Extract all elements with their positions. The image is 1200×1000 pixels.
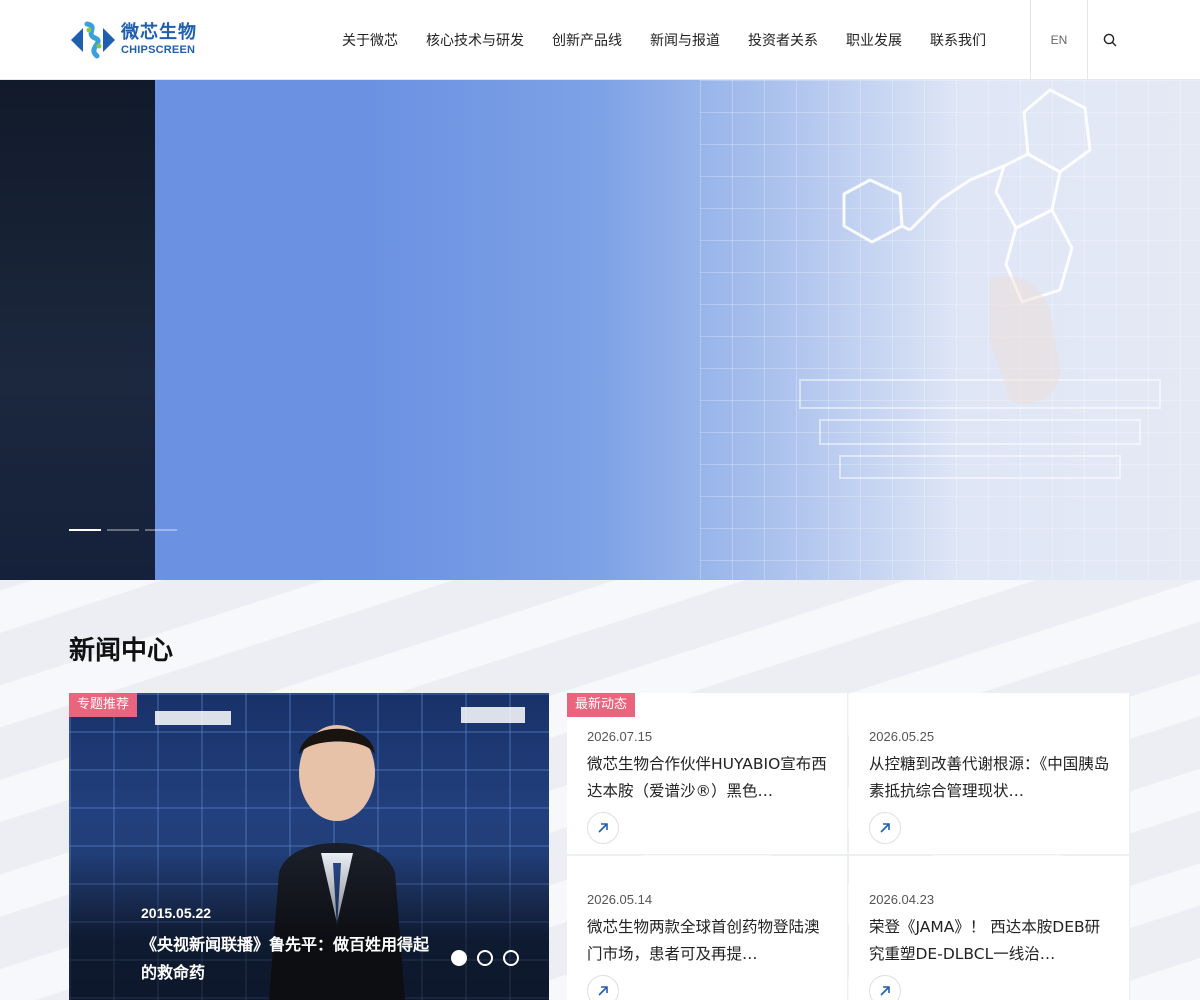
nav-item-about[interactable]: 关于微芯 xyxy=(328,30,412,50)
feature-slide-indicators xyxy=(451,950,529,966)
logo[interactable]: 微芯生物 CHIPSCREEN xyxy=(69,20,209,60)
feature-date: 2015.05.22 xyxy=(141,905,212,921)
feature-tag: 专题推荐 xyxy=(69,693,138,717)
news-card-date: 2026.05.14 xyxy=(587,892,653,907)
news-card[interactable]: 2026.07.15 微芯生物合作伙伴HUYABIO宣布西达本胺（爱谱沙®）黑色… xyxy=(567,693,848,855)
nav-item-pipeline[interactable]: 创新产品线 xyxy=(538,30,636,50)
latest-news-grid: 最新动态 2026.07.15 微芯生物合作伙伴HUYABIO宣布西达本胺（爱谱… xyxy=(567,693,1131,1000)
nav-item-investors[interactable]: 投资者关系 xyxy=(734,30,832,50)
hero-dot-1[interactable] xyxy=(69,529,101,531)
feature-headline[interactable]: 《央视新闻联播》鲁先平：做百姓用得起的救命药 xyxy=(141,931,441,987)
hero-previous-slide-edge xyxy=(0,80,155,580)
arrow-up-right-icon xyxy=(598,823,608,833)
hero-banner xyxy=(0,80,1200,580)
feature-dot-3[interactable] xyxy=(503,950,519,966)
hero-dot-2[interactable] xyxy=(107,529,139,531)
hero-slide-indicators xyxy=(69,529,183,531)
news-card-title[interactable]: 从控糖到改善代谢根源：《中国胰岛素抵抗综合管理现状… xyxy=(869,751,1111,805)
news-card-title[interactable]: 微芯生物两款全球首创药物登陆澳门市场，患者可及再提… xyxy=(587,914,829,968)
logo-text-en: CHIPSCREEN xyxy=(121,44,196,56)
main-nav: 关于微芯 核心技术与研发 创新产品线 新闻与报道 投资者关系 职业发展 联系我们 xyxy=(328,0,1000,80)
language-switch[interactable]: EN xyxy=(1030,0,1088,80)
news-card[interactable]: 2026.05.14 微芯生物两款全球首创药物登陆澳门市场，患者可及再提… xyxy=(567,856,848,1000)
arrow-up-right-icon xyxy=(880,986,890,996)
logo-text-cn: 微芯生物 xyxy=(121,22,197,43)
news-card-arrow-button[interactable] xyxy=(587,975,619,1000)
news-card-date: 2026.07.15 xyxy=(587,729,653,744)
news-card-date: 2026.04.23 xyxy=(869,892,935,907)
feature-dot-2[interactable] xyxy=(477,950,493,966)
news-card[interactable]: 2026.05.25 从控糖到改善代谢根源：《中国胰岛素抵抗综合管理现状… xyxy=(849,693,1130,855)
nav-item-technology[interactable]: 核心技术与研发 xyxy=(412,30,538,50)
search-icon xyxy=(1103,33,1117,47)
nav-item-careers[interactable]: 职业发展 xyxy=(832,30,916,50)
nav-item-contact[interactable]: 联系我们 xyxy=(916,30,1000,50)
news-card-arrow-button[interactable] xyxy=(869,812,901,844)
molecule-illustration xyxy=(799,88,1161,479)
logo-mark-icon xyxy=(71,21,115,59)
nav-item-news[interactable]: 新闻与报道 xyxy=(636,30,734,50)
news-card-date: 2026.05.25 xyxy=(869,729,935,744)
arrow-up-right-icon xyxy=(598,986,608,996)
search-button[interactable] xyxy=(1088,0,1132,80)
news-card-title[interactable]: 荣登《JAMA》！ 西达本胺DEB研究重塑DE-DLBCL一线治… xyxy=(869,914,1111,968)
feature-news-slide[interactable]: 专题推荐 2015.05.22 《央视新闻联播》鲁先平：做百姓用得起的救命药 xyxy=(69,693,549,1000)
news-card[interactable]: 2026.04.23 荣登《JAMA》！ 西达本胺DEB研究重塑DE-DLBCL… xyxy=(849,856,1130,1000)
site-header: 微芯生物 CHIPSCREEN 关于微芯 核心技术与研发 创新产品线 新闻与报道… xyxy=(0,0,1200,80)
feature-dot-1[interactable] xyxy=(451,950,467,966)
news-section: 新闻中心 专题推荐 2015.05.22 《央视新闻联播》鲁先平：做百姓用得起的… xyxy=(0,580,1200,1000)
news-card-arrow-button[interactable] xyxy=(869,975,901,1000)
news-card-arrow-button[interactable] xyxy=(587,812,619,844)
news-section-title: 新闻中心 xyxy=(69,636,174,666)
hero-dot-3[interactable] xyxy=(145,529,177,531)
latest-news-tag: 最新动态 xyxy=(567,693,636,717)
arrow-up-right-icon xyxy=(880,823,890,833)
news-card-title[interactable]: 微芯生物合作伙伴HUYABIO宣布西达本胺（爱谱沙®）黑色… xyxy=(587,751,829,805)
